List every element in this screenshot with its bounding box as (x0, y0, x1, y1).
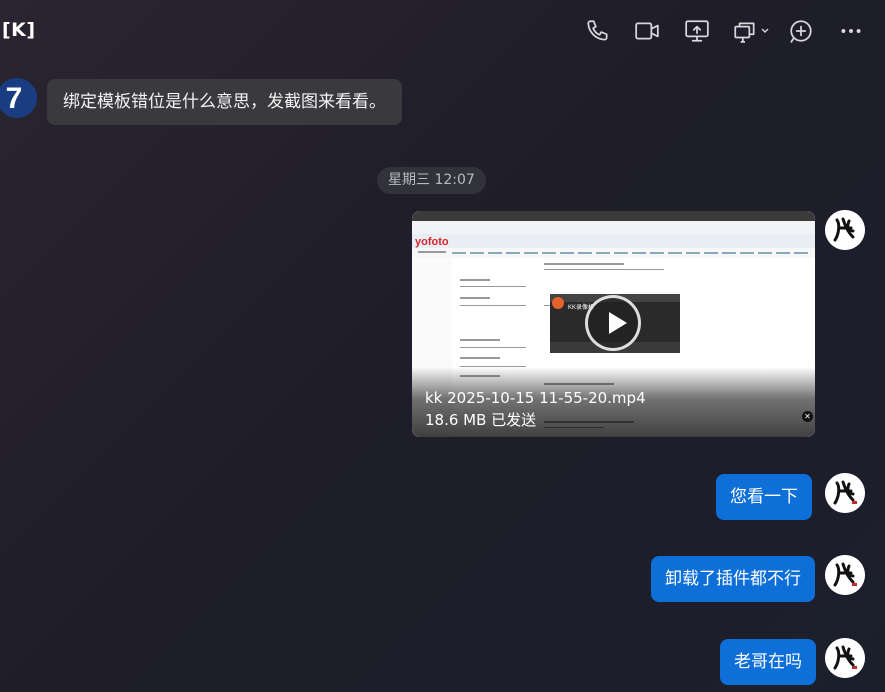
close-icon[interactable]: ✕ (802, 411, 813, 422)
add-icon (790, 20, 812, 43)
more-button[interactable] (836, 16, 866, 46)
my-avatar[interactable] (825, 555, 865, 595)
chevron-down-icon (761, 28, 769, 33)
avatar-glyph: 7 (6, 82, 23, 115)
chat-header: [K] (0, 0, 885, 62)
contact-avatar-image: 7 (0, 78, 37, 118)
screen-share-icon (685, 20, 709, 42)
video-filename: kk 2025-10-15 11-55-20.mp4 (425, 389, 646, 407)
more-icon (841, 29, 861, 33)
time-separator: 星期三 12:07 (377, 167, 486, 194)
chat-title: [K] (2, 19, 36, 41)
my-avatar-image (825, 555, 865, 595)
video-call-icon (635, 22, 659, 40)
video-message[interactable]: yofoto KK录像机 kk 2025-10-15 11-55-20.mp4 … (412, 211, 815, 437)
multi-window-icon (734, 22, 755, 43)
multi-window-button[interactable] (732, 16, 776, 46)
thumb-logo: yofoto (415, 236, 449, 248)
screen-share-button[interactable] (682, 16, 712, 46)
my-avatar-image (825, 210, 865, 250)
outgoing-message[interactable]: 老哥在吗 (720, 639, 816, 685)
my-avatar[interactable] (825, 638, 865, 678)
my-avatar-image (825, 473, 865, 513)
video-status: 18.6 MB 已发送 (425, 411, 537, 429)
contact-avatar[interactable]: 7 (0, 78, 37, 118)
my-avatar[interactable] (825, 210, 865, 250)
phone-call-button[interactable] (583, 16, 613, 46)
outgoing-message[interactable]: 卸载了插件都不行 (651, 556, 815, 602)
incoming-message[interactable]: 绑定模板错位是什么意思，发截图来看看。 (47, 79, 402, 125)
add-button[interactable] (786, 16, 816, 46)
play-button[interactable] (585, 295, 641, 351)
my-avatar-image (825, 638, 865, 678)
outgoing-message[interactable]: 您看一下 (716, 474, 812, 520)
phone-icon (587, 20, 608, 41)
video-call-button[interactable] (632, 16, 662, 46)
my-avatar[interactable] (825, 473, 865, 513)
